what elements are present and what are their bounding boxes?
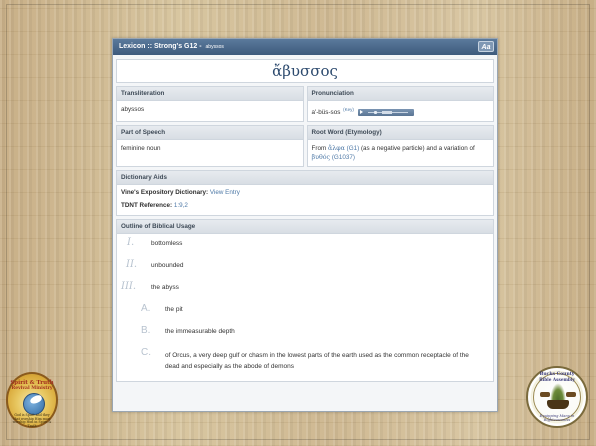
root-word-body: From ἄλφα (G1) (as a negative particle) …: [308, 140, 494, 166]
transliteration-value: abyssos: [121, 106, 145, 113]
outline-text: unbounded: [151, 262, 184, 270]
row-transliteration-pronunciation: Transliteration abyssos Pronunciation a'…: [116, 86, 494, 123]
wheat-icon: [550, 383, 566, 401]
lexicon-title: Lexicon :: Strong's G12 -: [119, 43, 204, 50]
root-middle-text: (as a negative particle) and a variation…: [359, 145, 475, 153]
dictionary-aids-label: Dictionary Aids: [117, 171, 493, 186]
bucks-county-logo: Bucks County Bible Assembly Equipping Ma…: [526, 366, 588, 428]
root-ref-link-2[interactable]: (G1037): [330, 154, 355, 161]
transliteration-cell: Transliteration abyssos: [116, 86, 304, 123]
tdnt-reference-link[interactable]: 1:9,2: [172, 202, 188, 209]
tdnt-line: TDNT Reference: 1:9,2: [117, 200, 493, 215]
bible-icon: [547, 400, 569, 409]
lexicon-panel: Lexicon :: Strong's G12 - abyssos Aa ἄβυ…: [112, 38, 498, 412]
pronunciation-cell: Pronunciation a'-büs-sos (Key): [306, 86, 494, 123]
spirit-truth-logo: Spirit & Truth Revival Ministry God is S…: [6, 372, 58, 428]
part-of-speech-cell: Part of Speech feminine noun: [116, 125, 304, 168]
root-word-cell: Root Word (Etymology) From ἄλφα (G1) (as…: [306, 125, 494, 168]
pronunciation-label: Pronunciation: [307, 87, 493, 101]
vine-view-entry-link[interactable]: View Entry: [208, 189, 240, 196]
outline-list: I. bottomless II. unbounded III. the aby…: [117, 234, 493, 371]
outline-numeral: C.: [141, 347, 151, 359]
outline-numeral: III.: [121, 281, 137, 293]
logo-left-motto: God is Spirit and they that worship Him …: [12, 413, 52, 428]
outline-numeral: A.: [141, 303, 151, 315]
outline-numeral: I.: [127, 237, 135, 249]
tdnt-label: TDNT Reference:: [121, 202, 173, 210]
logo-right-subtitle: Bible Assembly: [539, 377, 575, 382]
audio-seek-handle[interactable]: [373, 110, 377, 114]
row-pos-root: Part of Speech feminine noun Root Word (…: [116, 125, 494, 168]
outline-text: of Orcus, a very deep gulf or chasm in t…: [165, 352, 469, 371]
vine-label: Vine's Expository Dictionary:: [121, 189, 209, 197]
root-ref-link-1[interactable]: (G1): [345, 145, 360, 152]
logo-left-subtitle: Revival Ministry: [11, 386, 53, 391]
outline-text: the pit: [165, 306, 183, 314]
dictionary-aids-block: Dictionary Aids Vine's Expository Dictio…: [116, 170, 494, 217]
outline-block: Outline of Biblical Usage I. bottomless …: [116, 219, 494, 383]
transliteration-label: Transliteration: [117, 87, 303, 101]
part-of-speech-value: feminine noun: [121, 145, 161, 153]
volume-icon[interactable]: [381, 110, 392, 114]
root-prefix: From: [311, 145, 328, 153]
audio-player[interactable]: [357, 108, 414, 116]
root-word-label: Root Word (Etymology): [307, 126, 493, 141]
logo-right-motto: Equipping Many in Righteousness: [539, 414, 575, 422]
greek-word-heading: ἄβυσσος: [116, 59, 494, 83]
root-greek-link-1[interactable]: ἄλφα: [328, 145, 345, 152]
font-size-button[interactable]: Aa: [478, 41, 494, 52]
vine-line: Vine's Expository Dictionary: View Entry: [117, 185, 493, 200]
play-icon[interactable]: [359, 109, 363, 114]
outline-numeral: B.: [141, 325, 151, 337]
part-of-speech-label: Part of Speech: [117, 126, 303, 141]
hand-icon: [540, 392, 550, 397]
pronunciation-value: a'-büs-sos: [311, 109, 341, 117]
pronunciation-key-link[interactable]: (Key): [343, 107, 354, 112]
pronunciation-body: a'-büs-sos (Key): [308, 101, 494, 121]
lexicon-subtitle: abyssos: [205, 44, 224, 50]
outline-text: the abyss: [151, 284, 179, 292]
root-greek-link-2[interactable]: βυθός: [312, 154, 331, 161]
outline-label: Outline of Biblical Usage: [117, 220, 493, 235]
hand-icon: [566, 392, 576, 397]
outline-numeral: II.: [126, 259, 138, 271]
lexicon-header: Lexicon :: Strong's G12 - abyssos Aa: [113, 39, 497, 55]
outline-text: bottomless: [151, 240, 183, 248]
outline-text: the immeasurable depth: [165, 328, 235, 336]
